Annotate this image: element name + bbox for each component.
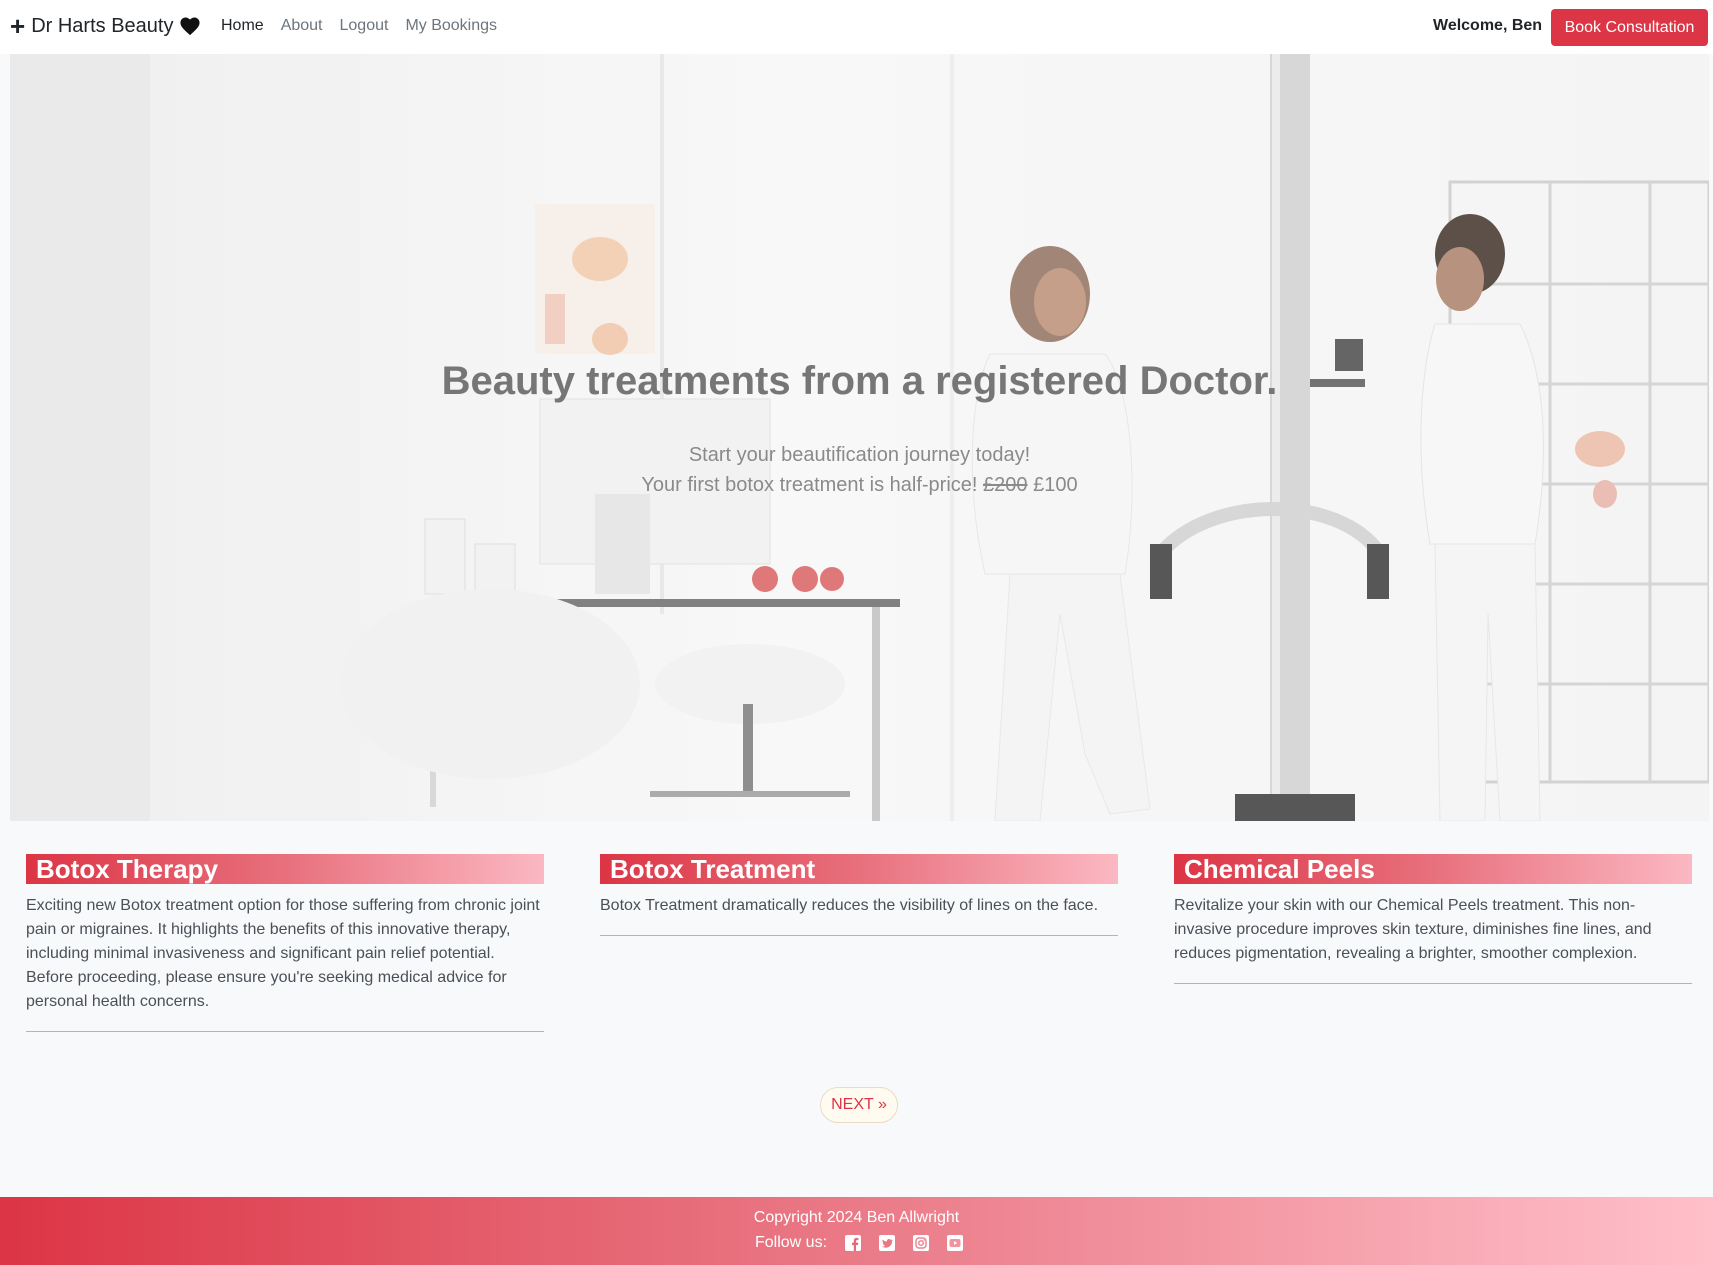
card-description: Revitalize your skin with our Chemical P…: [1174, 897, 1652, 962]
facebook-icon[interactable]: [845, 1235, 862, 1251]
footer: Copyright 2024 Ben Allwright Follow us:: [0, 1197, 1713, 1265]
treatment-card-botox-therapy: Botox Therapy Exciting new Botox treatme…: [26, 854, 544, 1032]
copyright-text: Copyright 2024 Ben Allwright: [753, 1209, 960, 1226]
hero-subtitle-line2: Your first botox treatment is half-price…: [10, 470, 1709, 500]
treatment-card-chemical-peels: Chemical Peels Revitalize your skin with…: [1174, 854, 1692, 984]
instagram-icon[interactable]: [913, 1235, 930, 1251]
card-title[interactable]: Chemical Peels: [1174, 854, 1692, 884]
treatment-card-botox-treatment: Botox Treatment Botox Treatment dramatic…: [600, 854, 1118, 936]
youtube-icon[interactable]: [947, 1235, 964, 1251]
old-price: £200: [983, 474, 1028, 496]
twitter-icon[interactable]: [879, 1235, 896, 1251]
next-page-button[interactable]: NEXT »: [820, 1087, 898, 1123]
new-price: £100: [1033, 474, 1078, 496]
heart-icon: [180, 17, 200, 36]
card-divider: [600, 935, 1118, 936]
brand-logo[interactable]: + Dr Harts Beauty: [10, 13, 201, 39]
nav-logout[interactable]: Logout: [340, 17, 389, 35]
nav-about[interactable]: About: [281, 17, 323, 35]
follow-label: Follow us:: [755, 1234, 828, 1251]
card-title[interactable]: Botox Therapy: [26, 854, 544, 884]
book-consultation-button[interactable]: Book Consultation: [1551, 9, 1708, 46]
nav-links: Home About Logout My Bookings: [221, 17, 497, 35]
welcome-text: Welcome, Ben: [1433, 17, 1543, 34]
nav-my-bookings[interactable]: My Bookings: [405, 17, 497, 35]
brand-name: Dr Harts Beauty: [31, 14, 174, 37]
hero-subtitle-line1: Start your beautification journey today!: [688, 444, 1031, 466]
card-title[interactable]: Botox Treatment: [600, 854, 1118, 884]
social-links: Follow us:: [755, 1234, 981, 1252]
nav-home[interactable]: Home: [221, 17, 264, 35]
navbar: + Dr Harts Beauty Home About Logout My B…: [0, 0, 1713, 54]
card-description: Exciting new Botox treatment option for …: [26, 897, 540, 1010]
plus-icon: +: [10, 11, 26, 41]
hero-image: [10, 54, 1709, 821]
hero-title: Beauty treatments from a registered Doct…: [441, 359, 1278, 403]
card-description: Botox Treatment dramatically reduces the…: [600, 897, 1099, 914]
hero-banner: Beauty treatments from a registered Doct…: [10, 54, 1709, 821]
hero-subtitle: Start your beautification journey today!…: [10, 440, 1709, 500]
card-divider: [1174, 983, 1692, 984]
promo-text: Your first botox treatment is half-price…: [641, 474, 978, 496]
card-divider: [26, 1031, 544, 1032]
